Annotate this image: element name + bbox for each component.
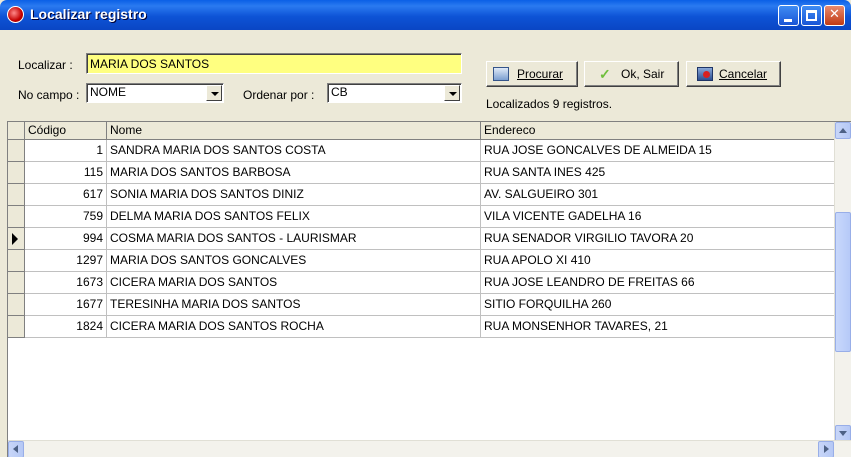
field-select-value: NOME xyxy=(90,85,126,99)
cell-endereco[interactable]: RUA APOLO XI 410 xyxy=(481,250,840,272)
cell-codigo[interactable]: 1297 xyxy=(25,250,107,272)
column-header-endereco[interactable]: Endereco xyxy=(481,122,840,140)
scroll-left-icon[interactable] xyxy=(8,441,24,457)
check-icon: ✓ xyxy=(599,66,611,82)
cell-codigo[interactable]: 1677 xyxy=(25,294,107,316)
cancel-button-label: Cancelar xyxy=(719,67,768,81)
maximize-icon xyxy=(806,10,817,21)
column-header-nome[interactable]: Nome xyxy=(107,122,481,140)
cell-nome[interactable]: CICERA MARIA DOS SANTOS xyxy=(107,272,481,294)
table-row[interactable]: 617 SONIA MARIA DOS SANTOS DINIZ AV. SALGU… xyxy=(8,184,840,206)
cell-endereco[interactable]: RUA JOSE GONCALVES DE ALMEIDA 15 xyxy=(481,140,840,162)
row-indicator[interactable] xyxy=(8,316,25,338)
cell-codigo[interactable]: 759 xyxy=(25,206,107,228)
cell-nome[interactable]: SONIA MARIA DOS SANTOS DINIZ xyxy=(107,184,481,206)
cell-nome[interactable]: COSMA MARIA DOS SANTOS - LAURISMAR xyxy=(107,228,481,250)
order-label: Ordenar por : xyxy=(243,88,315,102)
cell-nome[interactable]: TERESINHA MARIA DOS SANTOS xyxy=(107,294,481,316)
minimize-button[interactable] xyxy=(778,5,799,26)
maximize-button[interactable] xyxy=(801,5,822,26)
app-icon xyxy=(7,6,24,23)
cell-endereco[interactable]: RUA JOSE LEANDRO DE FREITAS 66 xyxy=(481,272,840,294)
cell-codigo[interactable]: 115 xyxy=(25,162,107,184)
table-row[interactable]: 1677 TERESINHA MARIA DOS SANTOS SITIO FORQ… xyxy=(8,294,840,316)
cell-codigo[interactable]: 1673 xyxy=(25,272,107,294)
cell-endereco[interactable]: RUA MONSENHOR TAVARES, 21 xyxy=(481,316,840,338)
search-button[interactable]: Procurar xyxy=(486,61,578,87)
ok-exit-button[interactable]: ✓ Ok, Sair xyxy=(584,61,679,87)
row-indicator[interactable] xyxy=(8,184,25,206)
cell-nome[interactable]: DELMA MARIA DOS SANTOS FELIX xyxy=(107,206,481,228)
field-label: No campo : xyxy=(18,88,80,102)
horizontal-scrollbar[interactable] xyxy=(8,440,851,457)
field-select[interactable]: NOME xyxy=(86,83,224,103)
cell-nome[interactable]: MARIA DOS SANTOS BARBOSA xyxy=(107,162,481,184)
table-row[interactable]: 1673 CICERA MARIA DOS SANTOS RUA JOSE LEAN… xyxy=(8,272,840,294)
cell-codigo[interactable]: 617 xyxy=(25,184,107,206)
scroll-up-icon[interactable] xyxy=(835,122,851,139)
cell-nome[interactable]: SANDRA MARIA DOS SANTOS COSTA xyxy=(107,140,481,162)
row-indicator[interactable] xyxy=(8,272,25,294)
table-row[interactable]: 1 SANDRA MARIA DOS SANTOS COSTA RUA JOSE G… xyxy=(8,140,840,162)
search-input[interactable] xyxy=(86,53,462,74)
cell-nome[interactable]: MARIA DOS SANTOS GONCALVES xyxy=(107,250,481,272)
close-icon: ✕ xyxy=(829,7,840,22)
table-row[interactable]: 1824 CICERA MARIA DOS SANTOS ROCHA RUA MON… xyxy=(8,316,840,338)
row-indicator[interactable] xyxy=(8,294,25,316)
cell-endereco[interactable]: RUA SENADOR VIRGILIO TAVORA 20 xyxy=(481,228,840,250)
row-indicator[interactable] xyxy=(8,250,25,272)
ok-exit-button-label: Ok, Sair xyxy=(621,67,665,81)
scroll-thumb[interactable] xyxy=(835,212,851,352)
cell-endereco[interactable]: VILA VICENTE GADELHA 16 xyxy=(481,206,840,228)
cancel-button[interactable]: Cancelar xyxy=(686,61,781,87)
cancel-icon xyxy=(697,67,713,81)
column-header-codigo[interactable]: Código xyxy=(25,122,107,140)
cell-nome[interactable]: CICERA MARIA DOS SANTOS ROCHA xyxy=(107,316,481,338)
cell-codigo[interactable]: 1824 xyxy=(25,316,107,338)
table-row[interactable]: 1297 MARIA DOS SANTOS GONCALVES RUA APOLO … xyxy=(8,250,840,272)
window-title: Localizar registro xyxy=(30,6,147,22)
cell-endereco[interactable]: AV. SALGUEIRO 301 xyxy=(481,184,840,206)
minimize-icon xyxy=(784,19,792,22)
order-select[interactable]: CB xyxy=(327,83,462,103)
search-icon xyxy=(493,67,509,81)
table-row[interactable]: 115 MARIA DOS SANTOS BARBOSA RUA SANTA INE… xyxy=(8,162,840,184)
cell-codigo[interactable]: 1 xyxy=(25,140,107,162)
row-indicator[interactable] xyxy=(8,162,25,184)
scroll-right-icon[interactable] xyxy=(818,441,834,457)
table-row[interactable]: 759 DELMA MARIA DOS SANTOS FELIX VILA VICE… xyxy=(8,206,840,228)
table-row[interactable]: 994 COSMA MARIA DOS SANTOS - LAURISMAR RUA… xyxy=(8,228,840,250)
cell-codigo[interactable]: 994 xyxy=(25,228,107,250)
current-row-indicator-icon[interactable] xyxy=(8,228,25,250)
row-indicator[interactable] xyxy=(8,206,25,228)
chevron-down-icon[interactable] xyxy=(444,85,460,101)
results-grid[interactable]: Código Nome Endereco 1 SANDRA MARIA DOS S… xyxy=(7,121,851,457)
vertical-scrollbar[interactable] xyxy=(834,122,851,442)
row-indicator-header xyxy=(8,122,25,140)
title-bar[interactable]: Localizar registro ✕ xyxy=(0,0,851,30)
cell-endereco[interactable]: RUA SANTA INES 425 xyxy=(481,162,840,184)
order-select-value: CB xyxy=(331,85,348,99)
chevron-down-icon[interactable] xyxy=(206,85,222,101)
status-text: Localizados 9 registros. xyxy=(486,97,613,111)
row-indicator[interactable] xyxy=(8,140,25,162)
cell-endereco[interactable]: SITIO FORQUILHA 260 xyxy=(481,294,840,316)
close-button[interactable]: ✕ xyxy=(824,5,845,26)
search-button-label: Procurar xyxy=(517,67,564,81)
search-label: Localizar : xyxy=(18,58,73,72)
